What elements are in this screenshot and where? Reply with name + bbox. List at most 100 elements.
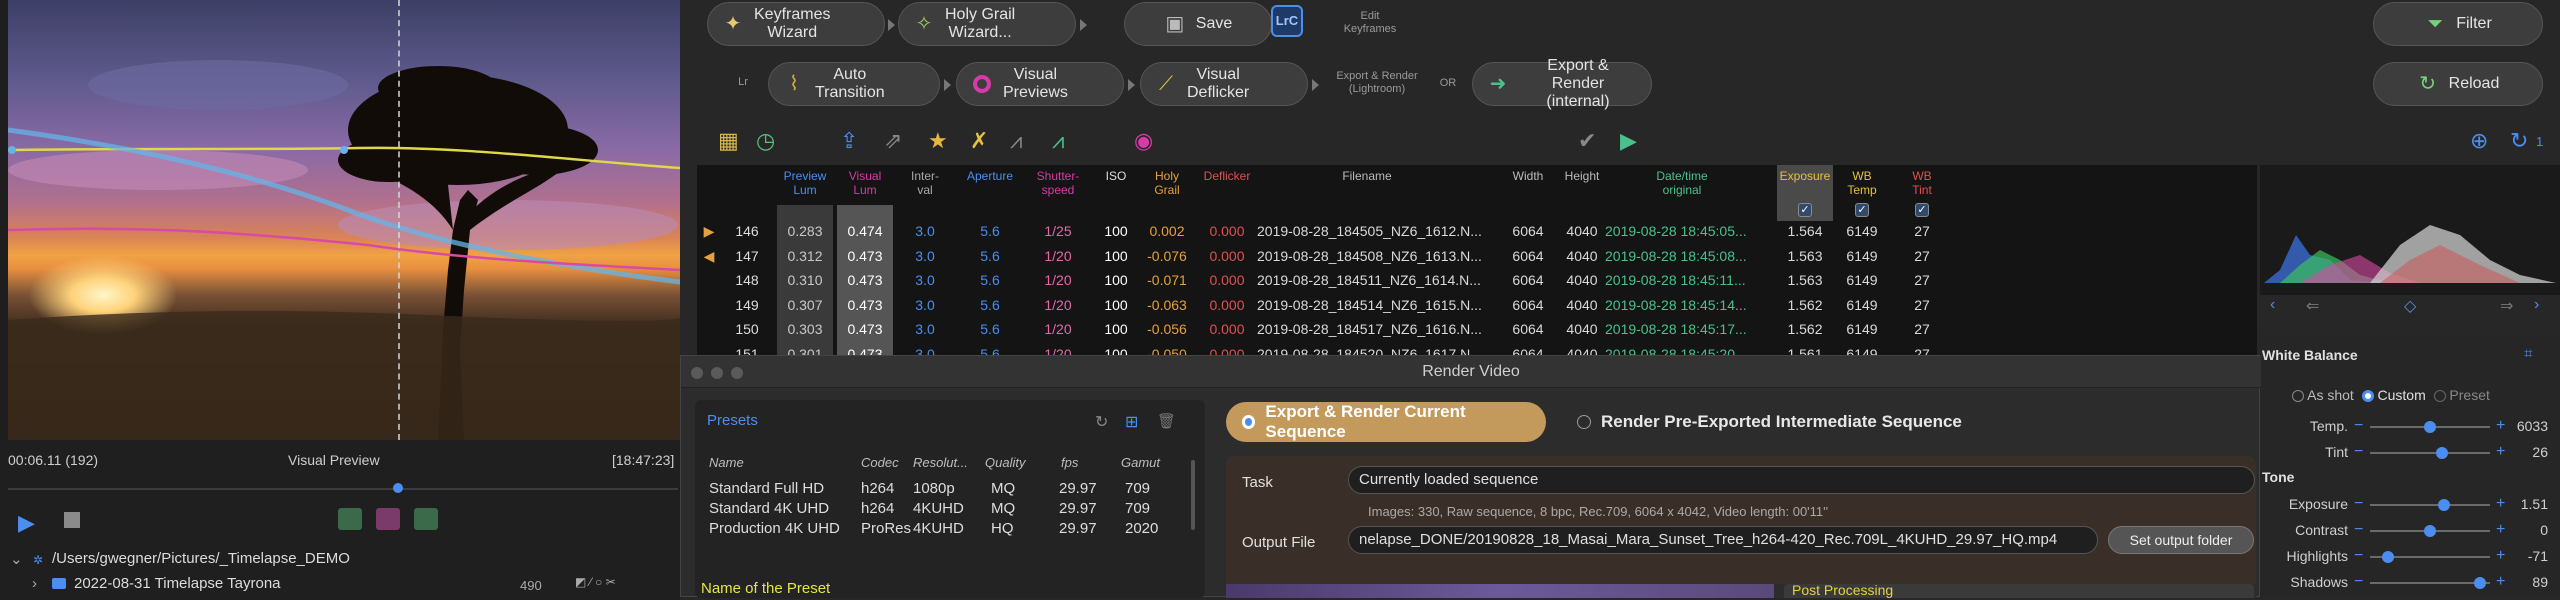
export-render-lightroom-label[interactable]: Export & Render (Lightroom) [1324, 70, 1430, 96]
temp-slider[interactable]: Temp. − +6033 [2258, 415, 2560, 439]
col-width[interactable]: Width [1503, 169, 1553, 183]
chart-tool-icon[interactable]: ⩘ [1010, 128, 1022, 154]
import-icon[interactable]: ⇪ [840, 128, 858, 154]
keyframes-wizard-button[interactable]: ✦ Keyframes Wizard [707, 2, 885, 46]
timeline-playhead[interactable] [393, 483, 403, 493]
col-filename[interactable]: Filename [1257, 169, 1477, 183]
clock-icon[interactable]: ◷ [756, 128, 775, 154]
col-datetime[interactable]: Date/time original [1607, 169, 1757, 197]
auto-transition-button[interactable]: ⌇ Auto Transition [768, 62, 940, 106]
grid-icon[interactable]: ▦ [718, 128, 739, 154]
shadows-slider[interactable]: Shadows − +89 [2258, 571, 2560, 595]
star-icon[interactable]: ★ [928, 128, 948, 154]
trash-icon[interactable]: 🗑 [1157, 412, 1176, 430]
col-height[interactable]: Height [1557, 169, 1607, 183]
table-row[interactable]: 150 0.303 0.473 3.0 5.6 1/20 100 -0.056 0.000 201… [697, 319, 2257, 341]
reload-button[interactable]: ↻ Reload [2373, 62, 2543, 106]
chevron-left-icon[interactable]: ‹ [2270, 296, 2275, 314]
stop-icon[interactable] [64, 512, 80, 528]
holy-grail-wizard-button[interactable]: ✧ Holy Grail Wizard... [898, 2, 1076, 46]
table-cell-temp: 6149 [1846, 296, 1878, 313]
preset-radio[interactable] [2433, 390, 2446, 403]
redo-icon[interactable]: ⇒ [2500, 296, 2513, 316]
table-row[interactable]: ◀ 147 0.312 0.473 3.0 5.6 1/20 100 -0.076 0.000 20… [697, 246, 2257, 268]
chart-tool-2-icon[interactable]: ⩘ [1052, 128, 1064, 154]
histogram-nav[interactable]: ‹ ⇐ ◇ ⇒ › [2270, 296, 2550, 316]
timeline-track[interactable] [8, 488, 678, 490]
col-visual-lum[interactable]: Visual Lum [837, 169, 893, 197]
preset-row[interactable]: Production 4K UHD ProRes 4KUHD HQ 29.97 2020 [695, 520, 1195, 540]
arrow-box-icon[interactable]: ⇗ [884, 128, 902, 154]
lrc-badge-icon[interactable]: LrC [1271, 5, 1303, 37]
col-wb-tint[interactable]: WB Tint [1897, 169, 1947, 197]
curve-tool-icon[interactable]: ✗ [970, 128, 988, 154]
col-preview-lum[interactable]: Preview Lum [777, 169, 833, 197]
checkmark-icon[interactable]: ✔ [1578, 128, 1596, 154]
render-preexported-option[interactable]: Render Pre-Exported Intermediate Sequenc… [1561, 402, 1981, 442]
undo-icon[interactable]: ⇐ [2306, 296, 2319, 316]
output-file-field[interactable]: nelapse_DONE/20190828_18_Masai_Mara_Suns… [1348, 526, 2098, 554]
wb-tint-checkbox[interactable]: ✓ [1915, 203, 1929, 217]
close-icon[interactable] [691, 367, 703, 379]
preset-row[interactable]: Standard Full HD h264 1080p MQ 29.97 709 [695, 480, 1195, 500]
visual-preview-image[interactable] [8, 0, 680, 440]
add-keyframe-icon[interactable] [338, 508, 362, 530]
tree-root-path[interactable]: /Users/gwegner/Pictures/_Timelapse_DEMO [52, 550, 350, 567]
col-wb-temp[interactable]: WB Temp [1837, 169, 1887, 197]
chevron-right-icon[interactable]: › [32, 575, 37, 592]
export-render-current-button[interactable]: Export & Render Current Sequence [1226, 402, 1546, 442]
col-holy-grail[interactable]: Holy Grail [1137, 169, 1197, 197]
exposure-slider[interactable]: Exposure − +1.51 [2258, 493, 2560, 517]
diamond-icon[interactable]: ◇ [2404, 296, 2416, 316]
col-shutter[interactable]: Shutter- speed [1027, 169, 1089, 197]
visual-preview-icon[interactable]: ◉ [1134, 128, 1153, 154]
add-preset-icon[interactable]: ⊞ [1125, 412, 1138, 432]
refresh-icon[interactable]: ↻ [1095, 412, 1108, 432]
copy-keyframe-icon[interactable] [414, 508, 438, 530]
col-aperture[interactable]: Aperture [955, 169, 1025, 183]
presets-scrollbar[interactable] [1191, 460, 1195, 530]
wb-eyedropper-icon[interactable]: ⌗ [2524, 345, 2532, 362]
minimize-icon[interactable] [711, 367, 723, 379]
table-row[interactable]: 149 0.307 0.473 3.0 5.6 1/20 100 -0.063 0.000 201… [697, 295, 2257, 317]
exposure-checkbox[interactable]: ✓ [1798, 203, 1812, 217]
refresh-count-icon[interactable]: ↻ [2510, 128, 2528, 154]
save-button[interactable]: ▣ Save [1124, 2, 1272, 46]
wb-mode-radios[interactable]: As shot Custom Preset [2292, 387, 2490, 403]
contrast-slider[interactable]: Contrast − +0 [2258, 519, 2560, 543]
set-output-folder-button[interactable]: Set output folder [2108, 526, 2254, 554]
col-interval[interactable]: Inter- val [903, 169, 947, 197]
custom-radio[interactable] [2361, 390, 2374, 403]
col-deflicker[interactable]: Deflicker [1197, 169, 1257, 183]
as-shot-radio[interactable] [2292, 390, 2304, 403]
visual-deflicker-button[interactable]: ⟋ Visual Deflicker [1140, 62, 1308, 106]
play-icon[interactable]: ▶ [18, 510, 35, 536]
tint-slider[interactable]: Tint − +26 [2258, 441, 2560, 465]
export-render-internal-button[interactable]: ➜ Export & Render (internal) [1472, 57, 1652, 110]
zoom-icon[interactable] [731, 367, 743, 379]
col-iso[interactable]: ISO [1091, 169, 1141, 183]
tree-folder-name[interactable]: 2022-08-31 Timelapse Tayrona [74, 575, 281, 592]
sequence-table[interactable]: Preview Lum Visual Lum Inter- val Apertu… [697, 165, 2257, 355]
table-row[interactable]: 151 0.301 0.473 3.0 5.6 1/20 100 -0.050 0.000 201… [697, 344, 2257, 356]
table-row[interactable]: 148 0.310 0.473 3.0 5.6 1/20 100 -0.071 0.000 201… [697, 270, 2257, 292]
chevron-right-icon[interactable]: › [2534, 296, 2539, 314]
table-cell-plum: 0.301 [787, 345, 823, 356]
filter-button[interactable]: ⏷ Filter [2373, 2, 2543, 46]
preset-row[interactable]: Standard 4K UHD h264 4KUHD MQ 29.97 709 [695, 500, 1195, 520]
visual-previews-button[interactable]: Visual Previews [956, 62, 1124, 106]
post-processing-panel: Post Processing [1784, 582, 2254, 598]
task-field[interactable]: Currently loaded sequence [1348, 466, 2255, 494]
col-exposure[interactable]: Exposure [1777, 169, 1833, 183]
highlights-slider[interactable]: Highlights − + -71 [2258, 545, 2560, 569]
delete-keyframe-icon[interactable] [376, 508, 400, 530]
table-cell-iso: 100 [1104, 345, 1128, 356]
play-circle-icon[interactable]: ▶ [1620, 128, 1637, 154]
chevron-down-icon[interactable]: ⌄ [10, 550, 23, 568]
wb-temp-checkbox[interactable]: ✓ [1855, 203, 1869, 217]
table-cell-fn: 2019-08-28_184520_NZ6_1617.N... [1257, 345, 1482, 356]
table-cell-iso: 100 [1104, 296, 1128, 313]
radio-unselected-icon [1577, 415, 1591, 429]
add-circle-icon[interactable]: ⊕ [2470, 128, 2488, 154]
table-row[interactable]: ▶ 146 0.283 0.474 3.0 5.6 1/25 100 0.002 0.000 201… [697, 221, 2257, 243]
